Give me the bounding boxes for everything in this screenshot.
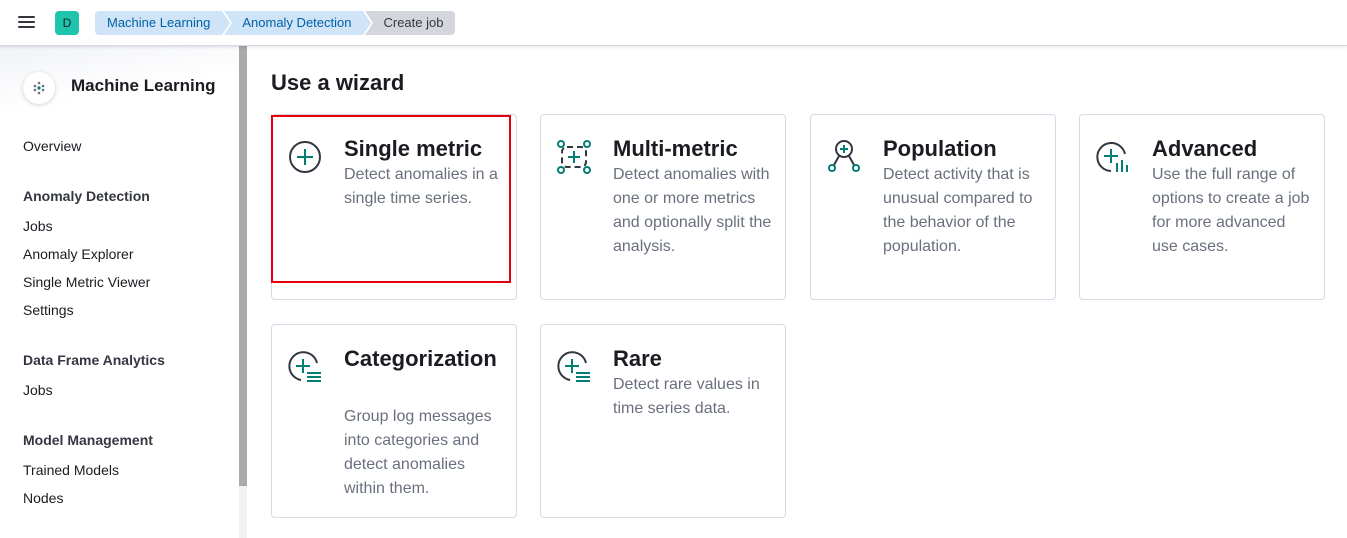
sidebar-item-jobs[interactable]: Jobs — [23, 218, 53, 234]
machine-learning-logo-icon — [23, 72, 55, 104]
top-header: D Machine Learning Anomaly Detection Cre… — [0, 0, 1347, 46]
breadcrumb-machine-learning[interactable]: Machine Learning — [95, 11, 233, 35]
sidebar-item-anomaly-explorer[interactable]: Anomaly Explorer — [23, 246, 134, 262]
sidebar: Machine Learning Overview Anomaly Detect… — [0, 46, 247, 538]
card-title: Population — [883, 136, 997, 161]
card-description: Use the full range of options to create … — [1152, 166, 1310, 255]
sidebar-item-nodes[interactable]: Nodes — [23, 490, 63, 506]
page-title: Use a wizard — [271, 70, 405, 95]
sidebar-item-settings[interactable]: Settings — [23, 302, 74, 318]
card-description: Detect anomalies with one or more metric… — [613, 166, 772, 255]
card-multi-metric[interactable]: Multi-metric Detect anomalies with one o… — [540, 114, 786, 300]
sidebar-item-overview[interactable]: Overview — [23, 138, 81, 154]
card-single-metric[interactable]: Single metric Detect anomalies in a sing… — [271, 114, 517, 300]
card-description: Detect rare values in time series data. — [613, 376, 760, 417]
sidebar-scrollbar-thumb[interactable] — [239, 46, 247, 486]
breadcrumb-anomaly-detection[interactable]: Anomaly Detection — [224, 11, 374, 35]
multi-metric-icon — [557, 140, 591, 174]
breadcrumb-create-job: Create job — [365, 11, 456, 35]
categorization-icon — [288, 351, 321, 382]
single-metric-icon — [289, 141, 321, 173]
sidebar-heading-anomaly-detection: Anomaly Detection — [23, 188, 150, 204]
rare-icon — [557, 351, 590, 382]
card-title: Categorization — [344, 346, 497, 371]
card-rare[interactable]: Rare Detect rare values in time series d… — [540, 324, 786, 518]
sidebar-item-trained-models[interactable]: Trained Models — [23, 462, 119, 478]
card-description: Group log messages into categories and d… — [344, 408, 492, 497]
sidebar-heading-model-management: Model Management — [23, 432, 153, 448]
main-content: Use a wizard Single metric Detect anomal… — [247, 46, 1347, 538]
card-advanced[interactable]: Advanced Use the full range of options t… — [1079, 114, 1325, 300]
population-icon — [828, 140, 860, 172]
advanced-icon — [1096, 142, 1128, 172]
card-description: Detect activity that is unusual compared… — [883, 166, 1033, 255]
sidebar-title: Machine Learning — [71, 76, 216, 95]
card-title: Multi-metric — [613, 136, 738, 161]
card-population[interactable]: Population Detect activity that is unusu… — [810, 114, 1056, 300]
card-title: Rare — [613, 346, 662, 371]
card-categorization[interactable]: Categorization Group log messages into c… — [271, 324, 517, 518]
card-description: Detect anomalies in a single time series… — [344, 166, 498, 207]
sidebar-item-single-metric-viewer[interactable]: Single Metric Viewer — [23, 274, 150, 290]
card-title: Single metric — [344, 136, 483, 161]
breadcrumb: Machine Learning Anomaly Detection Creat… — [95, 11, 457, 35]
hamburger-menu-icon[interactable] — [17, 13, 37, 33]
sidebar-heading-data-frame-analytics: Data Frame Analytics — [23, 352, 165, 368]
space-avatar[interactable]: D — [55, 11, 79, 35]
sidebar-item-dfa-jobs[interactable]: Jobs — [23, 382, 53, 398]
card-title: Advanced — [1152, 136, 1258, 161]
